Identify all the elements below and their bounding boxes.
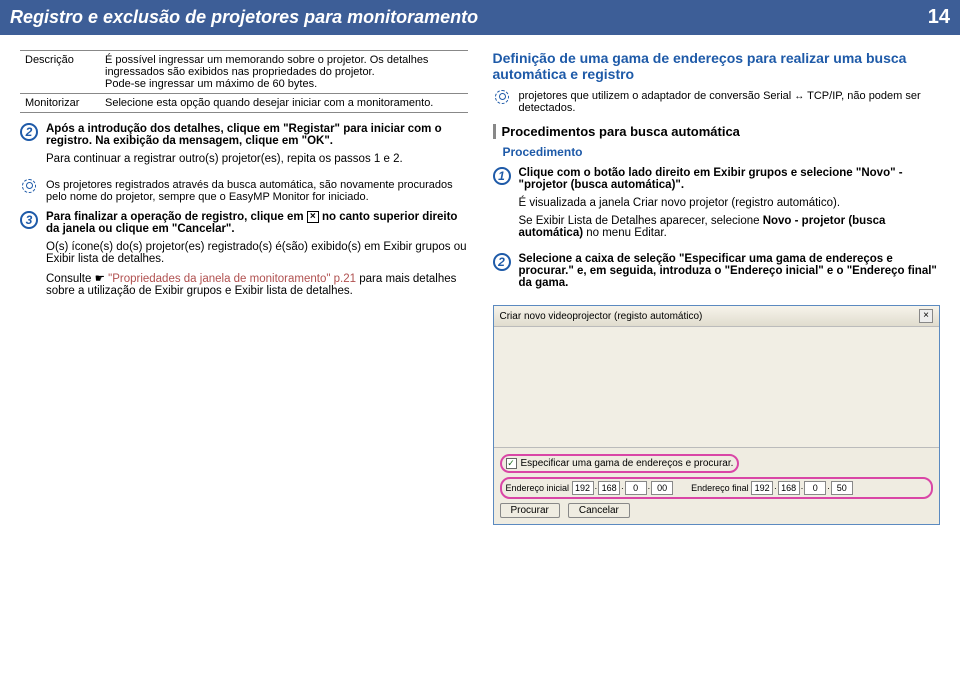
page-number: 14: [928, 6, 950, 29]
tip-text: projetores que utilizem o adaptador de c…: [519, 90, 941, 114]
checkbox[interactable]: ✓: [506, 458, 517, 469]
tip-text: Os projetores registrados através da bus…: [46, 179, 468, 203]
link-page: p.21: [330, 273, 356, 285]
link-text: "Propriedades da janela de monitoramento…: [108, 273, 330, 285]
step-body: Selecione a caixa de seleção "Especifica…: [519, 253, 941, 295]
cancel-button[interactable]: Cancelar: [568, 503, 630, 518]
procedure-label: Procedimento: [503, 145, 941, 159]
close-icon[interactable]: ×: [919, 309, 933, 323]
text: Pode-se ingressar um máximo de 60 bytes.: [105, 78, 317, 90]
dialog-footer: ✓ Especificar uma gama de endereços e pr…: [494, 447, 940, 524]
step-note: Se Exibir Lista de Detalhes aparecer, se…: [519, 215, 941, 239]
cell-value: É possível ingressar um memorando sobre …: [100, 51, 468, 94]
step-body: Para finalizar a operação de registro, c…: [46, 211, 468, 303]
text: Consulte: [46, 273, 95, 285]
page-content: Descrição É possível ingressar um memora…: [0, 35, 960, 540]
step-reference: Consulte ☛ "Propriedades da janela de mo…: [46, 271, 468, 297]
step-note: O(s) ícone(s) do(s) projetor(es) registr…: [46, 241, 468, 265]
table-row: Monitorizar Selecione esta opção quando …: [20, 94, 468, 113]
right-column: Definição de uma gama de endereços para …: [493, 50, 941, 525]
step-1: 1 Clique com o botão lado direito em Exi…: [493, 167, 941, 245]
bidirectional-arrow-icon: ↔: [794, 91, 804, 102]
table-row: Descrição É possível ingressar um memora…: [20, 51, 468, 94]
ip-octet[interactable]: 0: [625, 481, 647, 495]
lightbulb-icon: [20, 179, 38, 203]
dialog-body: [494, 327, 940, 447]
ip-start-label: Endereço inicial: [506, 483, 570, 493]
ip-start-group: Endereço inicial 192.168.0.00: [506, 481, 674, 495]
step-number-icon: 3: [20, 211, 38, 229]
ip-octet[interactable]: 0: [804, 481, 826, 495]
ip-end-label: Endereço final: [691, 483, 749, 493]
ip-octet[interactable]: 168: [778, 481, 800, 495]
ip-end-group: Endereço final 192.168.0.50: [691, 481, 853, 495]
step-number-icon: 2: [20, 123, 38, 141]
step-instruction: Clique com o botão lado direito em Exibi…: [519, 167, 941, 191]
search-button[interactable]: Procurar: [500, 503, 560, 518]
cell-value: Selecione esta opção quando desejar inic…: [100, 94, 468, 113]
text: Se Exibir Lista de Detalhes aparecer, se…: [519, 215, 763, 227]
step-2: 2 Selecione a caixa de seleção "Especifi…: [493, 253, 941, 295]
checkbox-label: Especificar uma gama de endereços e proc…: [521, 458, 734, 469]
dialog-titlebar: Criar novo videoprojector (registo autom…: [494, 306, 940, 327]
lightbulb-icon: [493, 90, 511, 114]
step-number-icon: 2: [493, 253, 511, 271]
ip-start-field[interactable]: 192.168.0.00: [572, 481, 674, 495]
step-body: Após a introdução dos detalhes, clique e…: [46, 123, 468, 171]
button-row: Procurar Cancelar: [500, 503, 934, 518]
ip-octet[interactable]: 192: [572, 481, 594, 495]
cell-label: Descrição: [20, 51, 100, 94]
step-body: Clique com o botão lado direito em Exibi…: [519, 167, 941, 245]
ip-octet[interactable]: 00: [651, 481, 673, 495]
dialog-screenshot: Criar novo videoprojector (registo autom…: [493, 305, 941, 525]
left-column: Descrição É possível ingressar um memora…: [20, 50, 468, 525]
ip-octet[interactable]: 192: [751, 481, 773, 495]
text: projetores que utilizem o adaptador de c…: [519, 90, 795, 102]
text: no menu Editar.: [583, 227, 667, 239]
ip-end-field[interactable]: 192.168.0.50: [751, 481, 853, 495]
checkbox-highlight: ✓ Especificar uma gama de endereços e pr…: [500, 454, 740, 473]
section-heading: Definição de uma gama de endereços para …: [493, 50, 941, 82]
page-title: Registro e exclusão de projetores para m…: [10, 7, 478, 28]
step-note: É visualizada a janela Criar novo projet…: [519, 197, 941, 209]
ip-octet[interactable]: 50: [831, 481, 853, 495]
tip-note: Os projetores registrados através da bus…: [20, 179, 468, 203]
step-instruction: Após a introdução dos detalhes, clique e…: [46, 123, 468, 147]
text: Para finalizar a operação de registro, c…: [46, 211, 307, 223]
step-2: 2 Após a introdução dos detalhes, clique…: [20, 123, 468, 171]
pointer-icon: ☛: [95, 273, 109, 285]
close-icon: ×: [307, 211, 319, 223]
subsection-heading: Procedimentos para busca automática: [493, 124, 941, 139]
tip-note: projetores que utilizem o adaptador de c…: [493, 90, 941, 114]
step-instruction: Selecione a caixa de seleção "Especifica…: [519, 253, 941, 289]
step-note: Para continuar a registrar outro(s) proj…: [46, 153, 468, 165]
page-header: Registro e exclusão de projetores para m…: [0, 0, 960, 35]
ip-octet[interactable]: 168: [598, 481, 620, 495]
cell-label: Monitorizar: [20, 94, 100, 113]
step-3: 3 Para finalizar a operação de registro,…: [20, 211, 468, 303]
dialog-title: Criar novo videoprojector (registo autom…: [500, 311, 703, 322]
step-number-icon: 1: [493, 167, 511, 185]
ip-range-highlight: Endereço inicial 192.168.0.00 Endereço f…: [500, 477, 934, 499]
step-instruction: Para finalizar a operação de registro, c…: [46, 211, 468, 235]
text: É possível ingressar um memorando sobre …: [105, 54, 428, 78]
property-table: Descrição É possível ingressar um memora…: [20, 50, 468, 113]
